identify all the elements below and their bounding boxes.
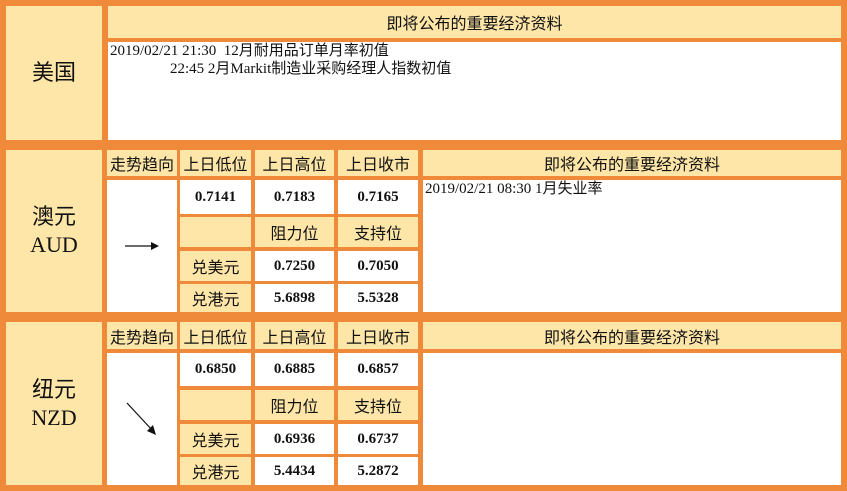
hkd-support-value: 5.5328 xyxy=(338,284,418,312)
nzd-news-header: 即将公布的重要经济资料 xyxy=(423,322,841,349)
nzd-news-panel xyxy=(423,353,841,485)
prev-low-header: 上日低位 xyxy=(180,150,251,176)
aud-news-panel: 2019/02/21 08:30 1月失业率 xyxy=(423,180,841,312)
country-code: AUD xyxy=(30,232,78,257)
us-news-header: 即将公布的重要经济资料 xyxy=(108,6,841,38)
prev-high-header: 上日高位 xyxy=(255,322,334,349)
prev-close-header: 上日收市 xyxy=(338,150,418,176)
usd-label: 兑美元 xyxy=(180,251,251,281)
support-label: 支持位 xyxy=(338,390,418,420)
hkd-resistance-value: 5.6898 xyxy=(255,284,334,312)
hkd-label: 兑港元 xyxy=(180,284,251,312)
usd-support-value: 0.6737 xyxy=(338,424,418,454)
country-name-cn: 澳元 xyxy=(31,204,76,229)
prev-high-header: 上日高位 xyxy=(255,150,334,176)
resistance-label: 阻力位 xyxy=(255,390,334,420)
usd-resistance-value: 0.6936 xyxy=(255,424,334,454)
prev-high-value: 0.7183 xyxy=(255,180,334,214)
support-label: 支持位 xyxy=(338,217,418,247)
aud-trend-cell xyxy=(107,180,177,312)
prev-close-header: 上日收市 xyxy=(338,322,418,349)
prev-close-value: 0.7165 xyxy=(338,180,418,214)
aud-country-cell: 澳元 AUD xyxy=(6,150,102,312)
usd-resistance-value: 0.7250 xyxy=(255,251,334,281)
country-name-cn: 纽元 xyxy=(31,376,76,402)
trend-header: 走势趋向 xyxy=(107,322,177,349)
country-name: 美国 xyxy=(31,60,76,85)
blank-cell xyxy=(180,217,251,247)
hkd-resistance-value: 5.4434 xyxy=(255,457,334,485)
prev-high-value: 0.6885 xyxy=(255,353,334,386)
resistance-label: 阻力位 xyxy=(255,217,334,247)
prev-low-value: 0.7141 xyxy=(180,180,251,214)
economic-data-board: 美国 即将公布的重要经济资料 2019/02/21 21:30 12月耐用品订单… xyxy=(0,0,847,491)
nzd-trend-cell xyxy=(107,353,177,485)
prev-low-value: 0.6850 xyxy=(180,353,251,386)
aud-news-header: 即将公布的重要经济资料 xyxy=(423,150,841,176)
us-news-panel: 2019/02/21 21:30 12月耐用品订单月率初值 22:45 2月Ma… xyxy=(108,42,841,140)
blank-cell xyxy=(180,390,251,420)
down-right-arrow-icon xyxy=(126,402,156,435)
usd-label: 兑美元 xyxy=(180,424,251,454)
right-arrow-icon xyxy=(125,242,159,250)
hkd-label: 兑港元 xyxy=(180,457,251,485)
us-country-cell: 美国 xyxy=(6,6,102,140)
usd-support-value: 0.7050 xyxy=(338,251,418,281)
news-line: 2019/02/21 08:30 1月失业率 xyxy=(425,181,603,197)
trend-header: 走势趋向 xyxy=(107,150,177,176)
prev-close-value: 0.6857 xyxy=(338,353,418,386)
country-code: NZD xyxy=(31,404,77,430)
news-line: 22:45 2月Markit制造业采购经理人指数初值 xyxy=(110,61,452,77)
nzd-country-cell: 纽元 NZD xyxy=(6,322,102,485)
news-line: 2019/02/21 21:30 12月耐用品订单月率初值 xyxy=(110,43,389,59)
hkd-support-value: 5.2872 xyxy=(338,457,418,485)
prev-low-header: 上日低位 xyxy=(180,322,251,349)
